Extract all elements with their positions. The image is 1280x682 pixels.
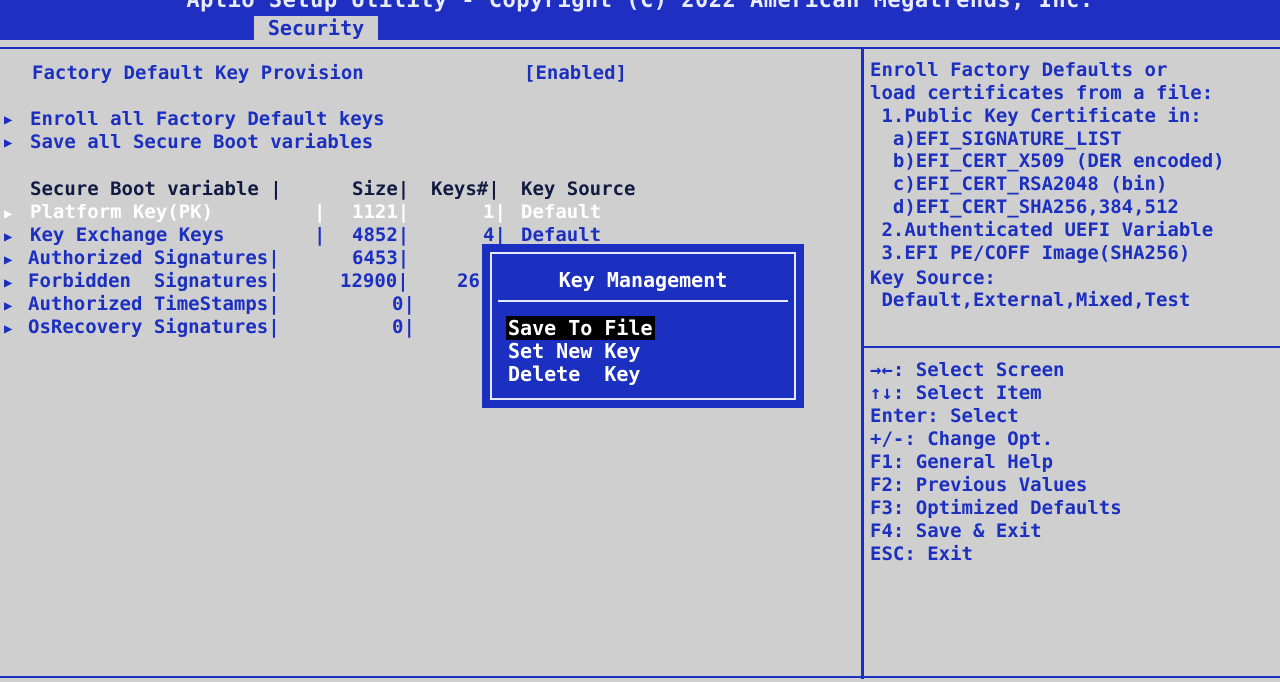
help-line: 3.EFI PE/COFF Image(SHA256) [870, 242, 1191, 264]
row-authorized-signatures[interactable]: Authorized Signatures| [28, 247, 280, 269]
col-header-keys: Keys#| [431, 178, 500, 200]
dialog-frame: Key Management Save To File Set New Key … [490, 252, 796, 400]
key-help-line: ↑↓: Select Item [870, 382, 1042, 404]
tab-security[interactable]: Security [254, 16, 378, 40]
save-secure-boot-vars[interactable]: Save all Secure Boot variables [30, 131, 373, 153]
save-to-file-option[interactable]: Save To File [506, 316, 655, 340]
key-help-line: →←: Select Screen [870, 359, 1065, 381]
help-line: a)EFI_SIGNATURE_LIST [870, 128, 1122, 150]
key-help-line: Enter: Select [870, 405, 1019, 427]
help-divider [864, 346, 1280, 348]
top-border [0, 47, 1280, 49]
factory-default-label: Factory Default Key Provision [32, 62, 364, 84]
key-management-dialog: Key Management Save To File Set New Key … [482, 244, 804, 408]
row-source: Default [521, 224, 602, 246]
row-keys: 26 [457, 270, 480, 292]
help-line: 2.Authenticated UEFI Variable [870, 219, 1214, 241]
col-header-variable: Secure Boot variable | [30, 178, 282, 200]
triangle-right-icon: ▶ [4, 321, 13, 337]
triangle-right-icon: ▶ [4, 135, 13, 151]
dialog-divider [498, 300, 788, 302]
factory-default-value[interactable]: [Enabled] [524, 62, 627, 84]
triangle-right-icon: ▶ [4, 298, 13, 314]
key-help-line: +/-: Change Opt. [870, 428, 1054, 450]
key-help-line: ESC: Exit [870, 543, 973, 565]
dialog-title: Key Management [558, 268, 728, 292]
row-size: 6453| [352, 247, 410, 269]
col-header-source: Key Source [521, 178, 636, 200]
delete-key-option[interactable]: Delete Key [508, 362, 640, 386]
col-header-size: Size| [352, 178, 410, 200]
triangle-right-icon: ▶ [4, 112, 13, 128]
panel-divider [861, 47, 864, 679]
triangle-right-icon: ▶ [4, 229, 13, 245]
row-platform-key[interactable]: Platform Key(PK) [30, 201, 213, 223]
help-line: 1.Public Key Certificate in: [870, 105, 1202, 127]
key-help-line: F2: Previous Values [870, 474, 1088, 496]
triangle-right-icon: ▶ [4, 275, 13, 291]
enroll-factory-keys[interactable]: Enroll all Factory Default keys [30, 108, 385, 130]
row-sep: | [314, 201, 326, 223]
key-help-line: F1: General Help [870, 451, 1054, 473]
triangle-right-icon: ▶ [4, 252, 13, 268]
row-sep: | [314, 224, 326, 246]
row-key-exchange[interactable]: Key Exchange Keys [30, 224, 224, 246]
bottom-border [0, 676, 1280, 678]
help-line: load certificates from a file: [870, 82, 1214, 104]
row-keys: 1| [483, 201, 506, 223]
row-size: 4852| [352, 224, 410, 246]
key-help-line: F4: Save & Exit [870, 520, 1042, 542]
help-line: Key Source: [870, 267, 996, 289]
app-title: Aptio Setup Utility - Copyright (C) 2022… [186, 0, 1094, 13]
row-size: 12900| [340, 270, 409, 292]
row-size: 0| [392, 316, 415, 338]
help-line: d)EFI_CERT_SHA256,384,512 [870, 196, 1179, 218]
help-line: c)EFI_CERT_RSA2048 (bin) [870, 173, 1168, 195]
set-new-key-option[interactable]: Set New Key [508, 339, 640, 363]
row-osrecovery-signatures[interactable]: OsRecovery Signatures| [28, 316, 280, 338]
row-keys: 4| [483, 224, 506, 246]
row-size: 1121| [352, 201, 410, 223]
row-size: 0| [392, 293, 415, 315]
key-help-line: F3: Optimized Defaults [870, 497, 1122, 519]
triangle-right-icon: ▶ [4, 206, 13, 222]
row-forbidden-signatures[interactable]: Forbidden Signatures| [28, 270, 280, 292]
title-bar: Aptio Setup Utility - Copyright (C) 2022… [0, 0, 1280, 40]
row-authorized-timestamps[interactable]: Authorized TimeStamps| [28, 293, 280, 315]
help-line: b)EFI_CERT_X509 (DER encoded) [870, 150, 1225, 172]
help-line: Enroll Factory Defaults or [870, 59, 1168, 81]
row-source: Default [521, 201, 602, 223]
help-line: Default,External,Mixed,Test [870, 289, 1191, 311]
